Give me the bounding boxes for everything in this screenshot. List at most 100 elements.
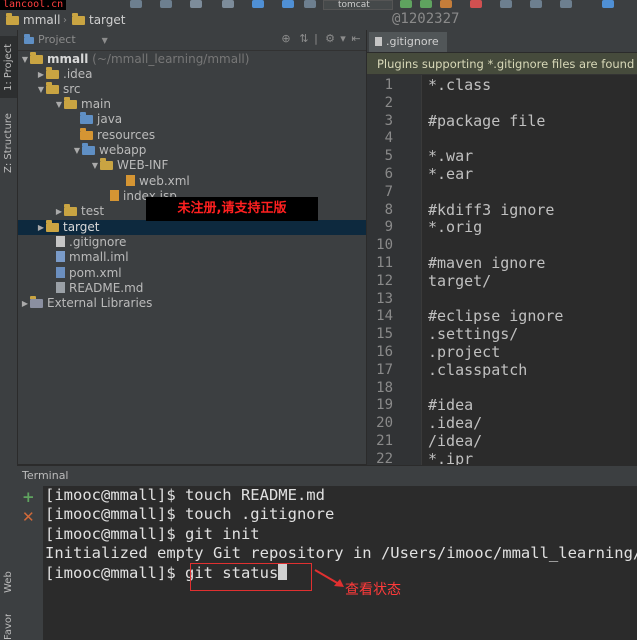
project-icon: [24, 33, 34, 44]
tree-item-readme[interactable]: README.md: [56, 281, 143, 296]
line-number-gutter: 1 2 3 4 5 6 7 8 9 10 11 12 13 14 15 16 17 18 19 20 21 22: [367, 75, 422, 467]
run-icon[interactable]: [400, 0, 412, 8]
line-number: 17: [376, 361, 393, 378]
project-view-selector[interactable]: Project ▼: [24, 33, 108, 46]
cut-icon[interactable]: [190, 0, 202, 8]
iml-file-icon: [56, 251, 65, 262]
video-watermark: @1202327: [392, 11, 460, 27]
maven-file-icon: [56, 267, 65, 278]
breadcrumb-separator-icon: ›: [63, 15, 67, 26]
new-session-icon[interactable]: +: [22, 488, 35, 506]
coverage-icon[interactable]: [440, 0, 452, 8]
expanded-arrow-icon: ▼: [73, 146, 81, 155]
resources-folder-icon: [80, 128, 93, 140]
chevron-down-icon[interactable]: ▾: [337, 33, 349, 45]
code-line: /idea/: [428, 432, 483, 450]
terminal-output[interactable]: [imooc@mmall]$ touch README.md [imooc@mm…: [43, 486, 637, 640]
tree-item-main[interactable]: ▼ main: [54, 97, 111, 112]
undo-icon[interactable]: [130, 0, 142, 8]
find-icon[interactable]: [252, 0, 264, 8]
collapse-all-icon[interactable]: ⇅: [298, 33, 310, 45]
code-line: #eclipse ignore: [428, 307, 564, 326]
terminal-line: [imooc@mmall]$ touch README.md: [45, 486, 325, 504]
text-file-icon: [375, 36, 382, 46]
breadcrumb-target[interactable]: target: [72, 12, 126, 28]
collapse-icon[interactable]: |: [310, 33, 322, 45]
tab-gitignore[interactable]: .gitignore: [369, 32, 447, 52]
tree-item-external-libraries[interactable]: ▶ External Libraries: [20, 296, 152, 311]
command-highlight-box: [190, 563, 312, 591]
line-number: 8: [384, 201, 393, 218]
code-line: .idea/: [428, 414, 483, 433]
code-line: .settings/: [428, 325, 519, 344]
plugin-notice-bar[interactable]: Plugins supporting *.gitignore files are…: [367, 53, 637, 75]
folder-icon: [64, 204, 77, 216]
tree-item-web-xml[interactable]: web.xml: [126, 174, 190, 189]
project-tool-tab[interactable]: 1: Project: [0, 36, 17, 98]
help-icon[interactable]: [602, 0, 614, 8]
jsp-file-icon: [110, 190, 119, 201]
line-number: 15: [376, 326, 393, 343]
vcs-update-icon[interactable]: [500, 0, 512, 8]
line-number: 3: [384, 112, 393, 129]
code-line: .classpatch: [428, 360, 528, 379]
folder-icon: [72, 13, 85, 25]
replace-icon[interactable]: [282, 0, 294, 8]
web-tool-tab[interactable]: Web: [0, 566, 17, 598]
tree-item-webapp[interactable]: ▼ webapp: [72, 143, 146, 158]
close-session-icon[interactable]: ✕: [22, 508, 35, 526]
tree-item-gitignore[interactable]: .gitignore: [56, 235, 126, 250]
tree-item-pom-xml[interactable]: pom.xml: [56, 266, 122, 281]
stop-icon[interactable]: [470, 0, 482, 8]
project-title: Project: [38, 33, 76, 46]
structure-tool-tab[interactable]: Z: Structure: [0, 104, 17, 182]
breadcrumb-mmall[interactable]: mmall: [6, 12, 60, 28]
tree-item-resources[interactable]: resources: [80, 128, 155, 143]
run-configuration-select[interactable]: tomcat: [323, 0, 393, 10]
annotation-label: 查看状态: [345, 582, 401, 598]
gear-icon[interactable]: ⚙: [324, 33, 336, 45]
markdown-file-icon: [56, 282, 65, 293]
code-line: *.ear: [428, 165, 474, 183]
collapsed-arrow-icon: ▶: [55, 207, 63, 216]
tree-item-java[interactable]: java: [80, 112, 122, 127]
line-number: 18: [376, 379, 393, 396]
tree-item-src[interactable]: ▼ src: [36, 82, 81, 97]
code-line: #kdiff3 ignore: [428, 200, 555, 219]
copy-icon[interactable]: [222, 0, 234, 8]
debug-icon[interactable]: [420, 0, 432, 8]
scroll-from-source-icon[interactable]: ⊕: [280, 33, 292, 45]
expanded-arrow-icon: ▼: [91, 161, 99, 170]
back-icon[interactable]: [304, 0, 316, 8]
module-folder-icon: [30, 52, 43, 64]
folder-icon: [64, 97, 77, 109]
favorites-tool-tab[interactable]: Favorites: [0, 614, 17, 640]
settings-icon[interactable]: [530, 0, 542, 8]
tree-item-idea[interactable]: ▶ .idea: [36, 67, 93, 82]
code-line: #maven ignore: [428, 254, 546, 272]
hide-panel-icon[interactable]: ⇤: [350, 33, 362, 45]
code-line: target/: [428, 271, 492, 290]
line-number: 21: [376, 433, 393, 449]
line-number: 14: [376, 308, 393, 325]
tree-item-target[interactable]: ▶ target: [18, 220, 366, 235]
tree-item-mmall-iml[interactable]: mmall.iml: [56, 250, 129, 265]
expanded-arrow-icon: ▼: [55, 100, 63, 109]
line-number: 6: [384, 166, 393, 182]
folder-icon: [6, 13, 19, 25]
project-structure-icon[interactable]: [560, 0, 572, 8]
code-line: *.class: [428, 76, 492, 94]
redo-icon[interactable]: [160, 0, 172, 8]
code-editor[interactable]: *.class #package file *.war *.ear #kdiff3 ig…: [422, 75, 637, 465]
collapsed-arrow-icon: ▶: [37, 70, 45, 79]
code-line: *.orig: [428, 218, 483, 237]
code-line: *.ipr: [428, 449, 474, 465]
tree-item-test[interactable]: ▶ test: [54, 204, 104, 219]
tree-item-mmall[interactable]: ▼ mmall (~/mmall_learning/mmall): [20, 52, 249, 67]
unregistered-banner: 未注册,请支持正版: [146, 197, 318, 221]
tree-item-web-inf[interactable]: ▼ WEB-INF: [90, 158, 168, 173]
web-folder-icon: [82, 143, 95, 155]
terminal-line: [imooc@mmall]$ git init: [45, 524, 260, 543]
folder-icon: [46, 220, 59, 232]
terminal-header: [17, 465, 637, 486]
